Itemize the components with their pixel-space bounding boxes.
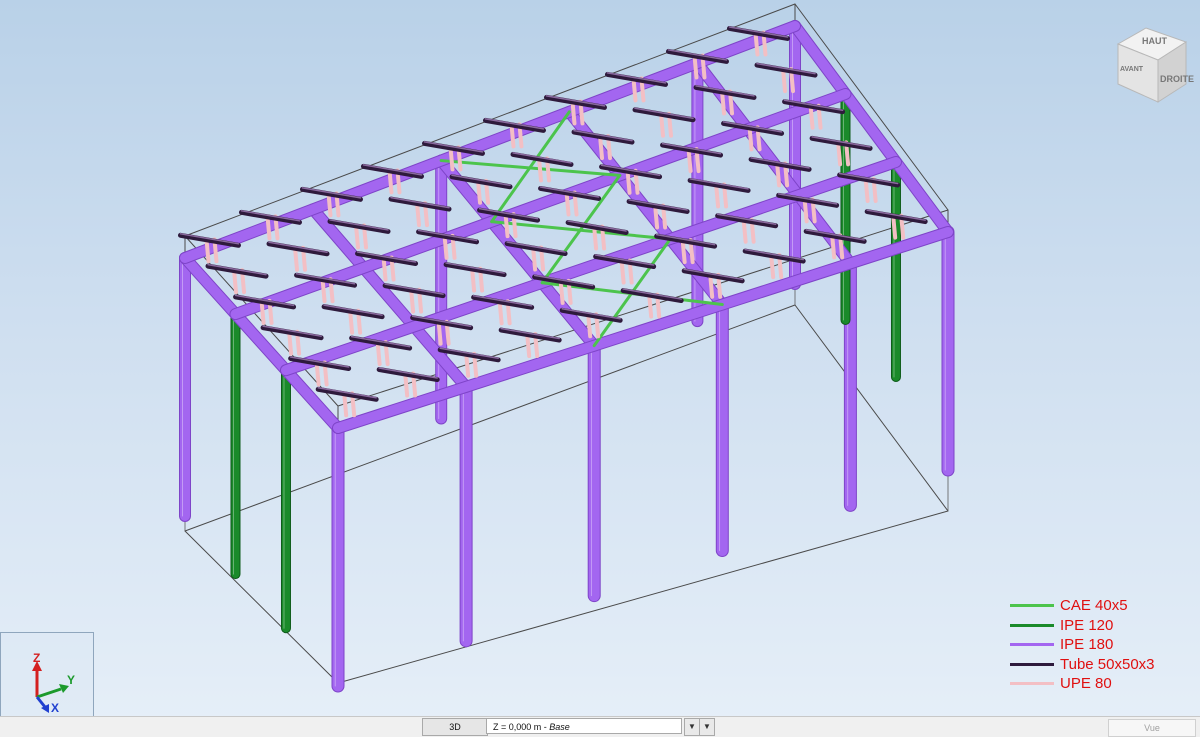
level-name: Base	[549, 722, 570, 732]
ground-outline	[184, 304, 796, 532]
legend-label: UPE 80	[1060, 675, 1112, 692]
legend-item: IPE 120	[1010, 616, 1180, 636]
axis-triad: Z Y X	[0, 632, 94, 720]
tube-purlin	[443, 262, 507, 278]
legend-swatch	[1010, 682, 1054, 685]
axis-z-label: Z	[33, 651, 41, 665]
view-tab-3d[interactable]: 3D	[422, 718, 488, 736]
legend-swatch	[1010, 623, 1054, 627]
dropdown-arrow-icon[interactable]: ▼	[684, 718, 700, 736]
vue-field[interactable]: Vue	[1108, 719, 1196, 737]
ground-outline	[184, 530, 339, 684]
axis-y-label: Y	[67, 673, 76, 687]
view-cube-top-label[interactable]: HAUT	[1142, 36, 1167, 46]
legend-swatch	[1010, 643, 1054, 646]
level-selector[interactable]: Z = 0,000 m - Base	[486, 718, 682, 734]
status-bar: 3D Z = 0,000 m - Base ▼ ▼ Vue	[0, 716, 1200, 737]
section-legend: CAE 40x5 IPE 120 IPE 180 Tube 50x50x3 UP…	[1010, 596, 1180, 694]
legend-item: UPE 80	[1010, 674, 1180, 694]
tube-purlin	[498, 327, 562, 343]
tube-purlin	[266, 241, 330, 257]
tube-purlin	[321, 304, 385, 320]
legend-label: CAE 40x5	[1060, 597, 1128, 614]
legend-item: Tube 50x50x3	[1010, 655, 1180, 675]
tube-purlin	[376, 367, 440, 383]
view-cube-front-label[interactable]: DROITE	[1160, 74, 1194, 84]
tube-purlin	[632, 107, 696, 123]
view-cube-left-label[interactable]: AVANT	[1120, 66, 1143, 73]
tube-purlin	[510, 151, 574, 167]
tube-purlin	[620, 288, 684, 304]
legend-item: IPE 180	[1010, 635, 1180, 655]
level-prefix: Z = 0,000 m -	[493, 722, 550, 732]
tube-purlin	[754, 62, 818, 78]
axis-x-label: X	[51, 701, 60, 715]
legend-swatch	[1010, 604, 1054, 607]
legend-item: CAE 40x5	[1010, 596, 1180, 616]
legend-label: Tube 50x50x3	[1060, 655, 1155, 673]
legend-label: IPE 180	[1060, 636, 1114, 653]
ground-outline	[337, 510, 949, 684]
scroll-down-arrow-icon[interactable]: ▼	[699, 718, 715, 736]
ground-outline	[794, 304, 949, 512]
view-cube[interactable]: HAUT AVANT DROITE	[1112, 14, 1194, 110]
legend-label: IPE 120	[1060, 616, 1114, 634]
legend-swatch	[1010, 662, 1054, 666]
